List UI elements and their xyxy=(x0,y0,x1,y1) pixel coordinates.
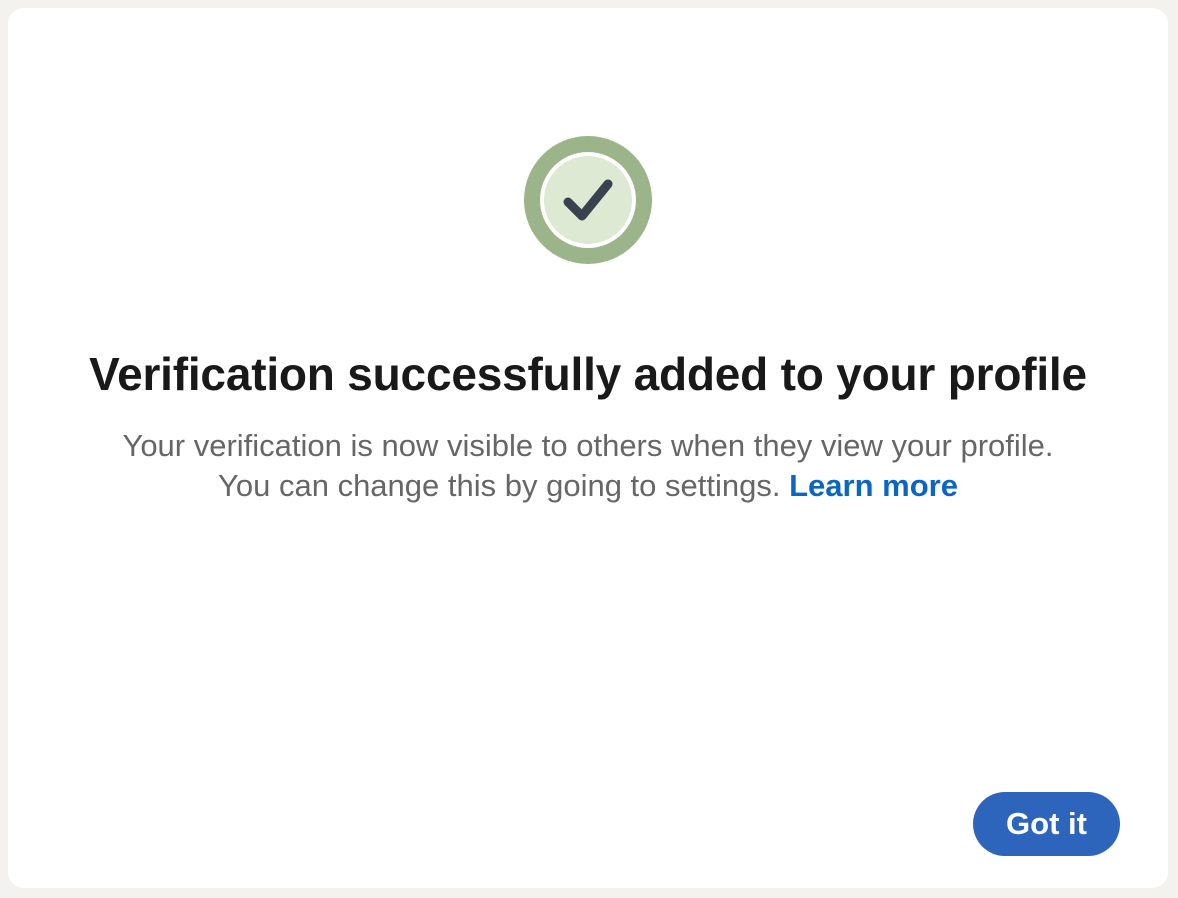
dialog-title: Verification successfully added to your … xyxy=(89,348,1087,400)
verification-success-dialog: Verification successfully added to your … xyxy=(8,8,1168,888)
learn-more-link[interactable]: Learn more xyxy=(789,468,958,503)
description-line-1: Your verification is now visible to othe… xyxy=(122,428,1054,463)
badge-fill xyxy=(544,156,632,244)
description-line-2: You can change this by going to settings… xyxy=(218,468,781,503)
checkmark-circle-icon xyxy=(524,136,652,264)
dialog-description: Your verification is now visible to othe… xyxy=(68,426,1108,506)
got-it-button[interactable]: Got it xyxy=(973,792,1120,856)
